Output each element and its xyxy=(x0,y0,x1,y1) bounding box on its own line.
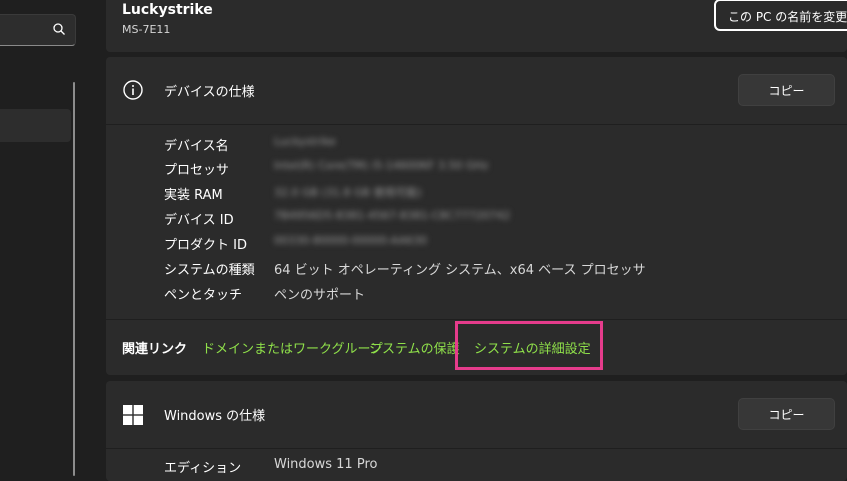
windows-spec-card: Windows の仕様 コピー エディション Windows 11 Pro xyxy=(106,381,847,481)
spec-value: 00330-80000-00000-AA630 xyxy=(274,234,427,247)
sidebar-item-selected[interactable] xyxy=(0,109,71,142)
spec-value: Intel(R) Core(TM) i5-14600KF 3.50 GHz xyxy=(274,159,489,172)
spec-value: 64 ビット オペレーティング システム、x64 ベース プロセッサ xyxy=(274,263,646,278)
spec-value: ペンのサポート xyxy=(274,288,366,303)
spec-label: ペンとタッチ xyxy=(164,288,243,303)
sidebar xyxy=(0,0,92,476)
device-spec-title: デバイスの仕様 xyxy=(164,85,255,100)
search-icon xyxy=(53,23,65,35)
divider xyxy=(106,448,847,449)
device-spec-header[interactable]: デバイスの仕様 コピー xyxy=(106,57,847,125)
spec-label: 実装 RAM xyxy=(164,188,223,203)
spec-value: Windows 11 Pro xyxy=(274,457,378,472)
spec-value: Luckystrike xyxy=(274,135,336,148)
spec-label: デバイス名 xyxy=(164,139,229,154)
spec-label: プロダクト ID xyxy=(164,238,247,253)
highlight-box xyxy=(455,321,603,370)
spec-label: エディション xyxy=(164,461,242,476)
pc-name: Luckystrike xyxy=(122,2,213,18)
windows-logo-icon xyxy=(123,405,143,425)
windows-spec-copy-button[interactable]: コピー xyxy=(738,398,835,430)
related-links: 関連リンク ドメインまたはワークグループ システムの保護 システムの詳細設定 xyxy=(106,319,847,376)
scrollbar[interactable] xyxy=(73,82,75,476)
info-icon xyxy=(123,80,143,100)
domain-workgroup-link[interactable]: ドメインまたはワークグループ xyxy=(202,338,383,357)
pc-name-card: Luckystrike MS-7E11 この PC の名前を変更 xyxy=(106,0,847,52)
spec-label: プロセッサ xyxy=(164,163,230,178)
device-spec-card: デバイスの仕様 コピー デバイス名 Luckystrike プロセッサ Inte… xyxy=(106,57,847,375)
spec-label: デバイス ID xyxy=(164,213,234,228)
spec-label: システムの種類 xyxy=(164,263,255,278)
rename-pc-button[interactable]: この PC の名前を変更 xyxy=(714,0,847,31)
related-links-label: 関連リンク xyxy=(122,342,188,357)
spec-value: 32.0 GB (31.8 GB 使用可能) xyxy=(274,186,422,199)
pc-model: MS-7E11 xyxy=(122,23,171,36)
spec-value: 7B4956D5-8381-4567-8381-C8C77720742 xyxy=(274,209,511,222)
windows-spec-title: Windows の仕様 xyxy=(164,409,266,424)
search-input[interactable] xyxy=(0,14,76,46)
device-spec-copy-button[interactable]: コピー xyxy=(738,74,835,106)
system-protection-link[interactable]: システムの保護 xyxy=(369,338,460,357)
